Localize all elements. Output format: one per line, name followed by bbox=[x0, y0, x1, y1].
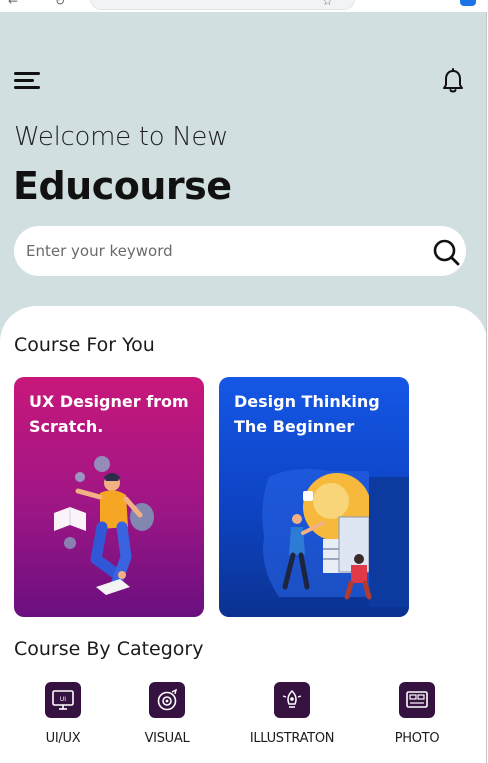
person-flying-illustration bbox=[54, 456, 154, 595]
course-card-design-thinking[interactable]: Design Thinking The Beginner bbox=[219, 377, 409, 617]
course-title: UX Designer from Scratch. bbox=[29, 392, 189, 436]
photo-icon bbox=[399, 682, 435, 718]
section-title-for-you: Course For You bbox=[14, 334, 155, 356]
category-illustration[interactable]: ILLUSTRATON bbox=[242, 682, 342, 748]
course-card-ux-designer[interactable]: UX Designer from Scratch. bbox=[14, 377, 204, 617]
category-photo[interactable]: PHOTO bbox=[367, 682, 467, 748]
back-icon[interactable]: ← bbox=[8, 0, 18, 8]
address-bar[interactable] bbox=[90, 0, 355, 10]
ui-ux-icon: UI bbox=[45, 682, 81, 718]
bookmark-star-icon[interactable]: ☆ bbox=[322, 0, 333, 8]
category-label: VISUAL bbox=[144, 731, 190, 746]
visual-icon bbox=[149, 682, 185, 718]
course-title: Design Thinking The Beginner bbox=[234, 392, 380, 436]
section-title-by-category: Course By Category bbox=[14, 638, 204, 660]
brand-title: Educourse bbox=[13, 164, 232, 208]
notification-bell-icon[interactable] bbox=[441, 68, 465, 94]
category-visual[interactable]: VISUAL bbox=[117, 682, 217, 748]
search-input[interactable] bbox=[26, 238, 426, 264]
app-screen: Welcome to New Educourse Course For You … bbox=[0, 12, 487, 763]
search-bar bbox=[14, 226, 466, 276]
svg-text:UI: UI bbox=[60, 696, 66, 703]
category-list: UI UI/UX VISUAL ILLUSTRATON PHOTO bbox=[0, 682, 486, 752]
category-ui-ux[interactable]: UI UI/UX bbox=[13, 682, 113, 748]
category-label: UI/UX bbox=[45, 731, 81, 746]
welcome-heading: Welcome to New bbox=[14, 122, 229, 152]
hamburger-menu-icon[interactable] bbox=[14, 72, 40, 90]
category-label: PHOTO bbox=[394, 731, 440, 746]
reload-icon[interactable]: ↻ bbox=[55, 0, 65, 8]
extension-icon[interactable] bbox=[460, 0, 476, 6]
category-label: ILLUSTRATON bbox=[249, 731, 335, 746]
search-icon[interactable] bbox=[432, 238, 460, 266]
illustration-icon bbox=[274, 682, 310, 718]
lightbulb-team-illustration bbox=[262, 469, 409, 607]
browser-toolbar: ← ↻ ☆ bbox=[0, 0, 488, 12]
